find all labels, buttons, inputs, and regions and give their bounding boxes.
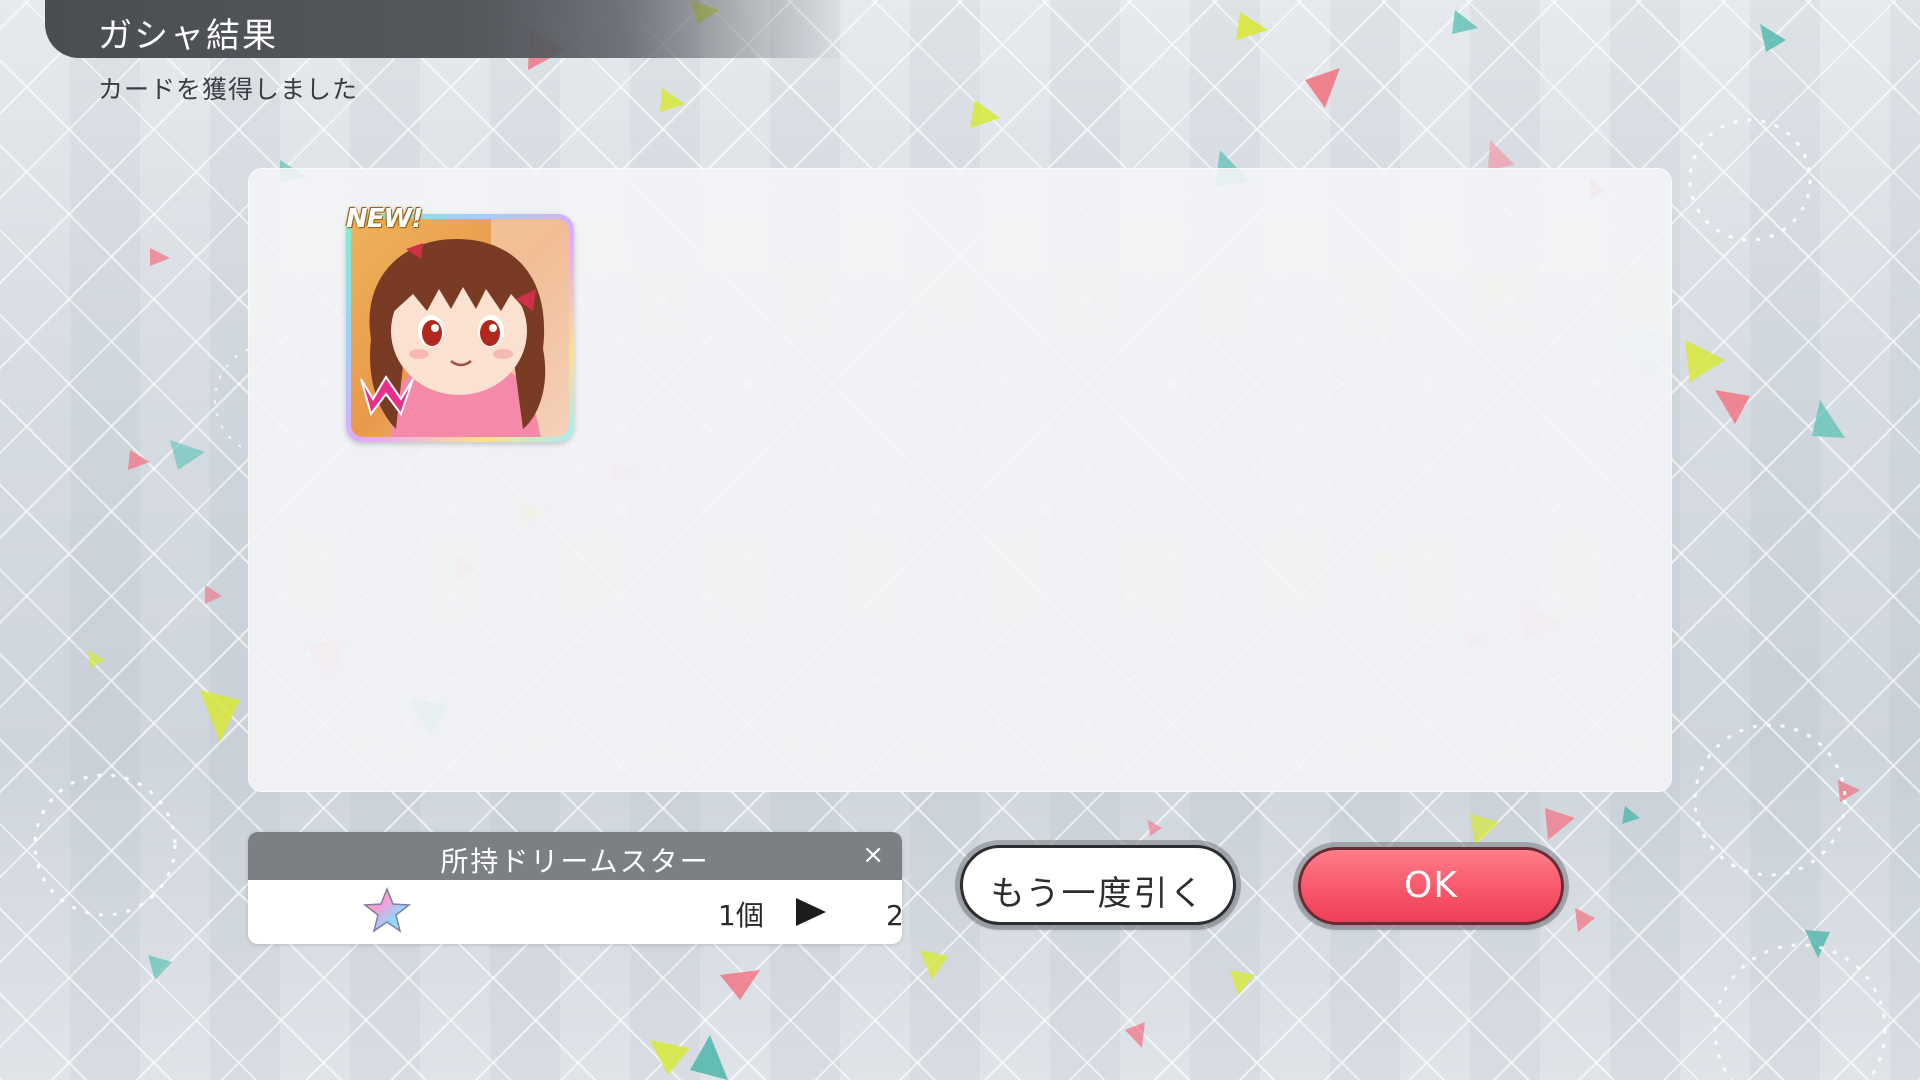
gacha-result-screen: ガシャ結果 カードを獲得しました NEW! 所持ドリームスター × 1個 2 も… (0, 0, 1920, 1080)
confetti-piece (1545, 808, 1575, 840)
confetti-piece (128, 450, 150, 470)
confetti-piece (720, 970, 760, 1000)
confetti-piece (170, 440, 205, 470)
confetti-piece (1812, 400, 1845, 438)
confetti-piece (1715, 390, 1750, 424)
ok-button[interactable]: OK (1298, 847, 1564, 925)
page-subtitle: カードを獲得しました (98, 75, 359, 104)
confetti-piece (1575, 908, 1595, 932)
sparkle-ring (1688, 118, 1812, 242)
confetti-piece (650, 1040, 690, 1075)
dream-star-before: 1個 (718, 899, 764, 932)
dream-star-title: 所持ドリームスター (440, 845, 710, 878)
confetti-piece (690, 1035, 728, 1080)
result-card[interactable] (346, 214, 574, 442)
dream-star-after: 2個 (+1) (886, 894, 902, 934)
play-arrow-icon (796, 898, 826, 926)
dream-star-panel: 所持ドリームスター × 1個 2個 (+1) (248, 832, 902, 944)
confetti-piece (1148, 820, 1162, 836)
confetti-piece (1488, 140, 1515, 170)
card-portrait (351, 219, 569, 437)
confetti-piece (1236, 12, 1268, 40)
confetti-piece (660, 88, 685, 112)
confetti-piece (1305, 68, 1340, 108)
confetti-piece (1685, 340, 1725, 382)
confetti-piece (920, 950, 948, 980)
sparkle-ring (33, 773, 177, 917)
page-title: ガシャ結果 (98, 16, 278, 56)
ok-label: OK (1404, 865, 1458, 906)
draw-again-button[interactable]: もう一度引く (960, 845, 1236, 925)
confetti-piece (1230, 970, 1255, 995)
confetti-piece (88, 650, 105, 668)
confetti-piece (970, 100, 1000, 128)
sparkle-ring (1713, 943, 1887, 1080)
confetti-piece (1760, 24, 1786, 52)
confetti-piece (205, 585, 222, 604)
close-icon[interactable]: × (862, 840, 884, 870)
dream-star-header: 所持ドリームスター × (248, 832, 902, 880)
confetti-piece (1452, 10, 1478, 34)
confetti-piece (1470, 814, 1500, 846)
confetti-piece (148, 955, 172, 980)
dream-star-after-count: 2個 (886, 899, 902, 932)
new-badge: NEW! (346, 204, 423, 234)
sparkle-ring (1693, 723, 1847, 877)
draw-again-label: もう一度引く (990, 874, 1206, 914)
rainbow-star-icon (362, 886, 412, 933)
confetti-piece (1125, 1022, 1145, 1048)
confetti-piece (200, 690, 240, 742)
confetti-piece (150, 248, 170, 266)
confetti-piece (1838, 780, 1860, 802)
dream-star-body: 1個 2個 (+1) (248, 880, 902, 944)
confetti-piece (1622, 806, 1640, 824)
